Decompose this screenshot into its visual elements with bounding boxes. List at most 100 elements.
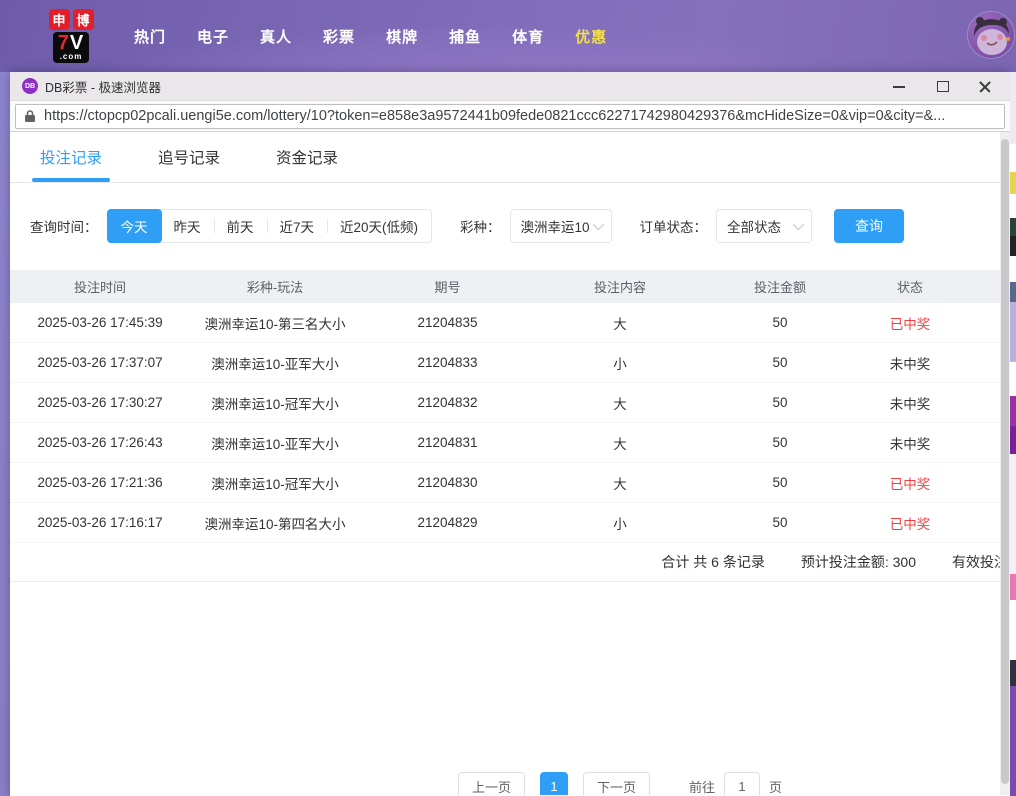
order-status-select[interactable]: 全部状态 xyxy=(716,209,812,243)
table-row[interactable]: 2025-03-26 17:21:36澳洲幸运10-冠军大小21204830大5… xyxy=(10,463,1010,503)
browser-url-bar: https://ctopcp02pcali.uengi5e.com/lotter… xyxy=(10,101,1010,132)
logo-badge-bo: 博 xyxy=(73,9,94,30)
cell-issue: 21204830 xyxy=(370,475,525,490)
bet-records-table: 投注时间彩种-玩法期号投注内容投注金额状态 2025-03-26 17:45:3… xyxy=(10,270,1010,543)
cell-status: 已中奖 xyxy=(845,313,975,333)
logo-badges: 申 博 xyxy=(49,9,94,30)
column-header-5: 状态 xyxy=(845,277,975,296)
chevron-down-icon xyxy=(592,219,603,230)
summary-total: 合计 共 6 条记录 xyxy=(661,552,764,572)
cell-issue: 21204829 xyxy=(370,515,525,530)
lock-icon xyxy=(24,109,36,123)
tab-chase-records[interactable]: 追号记录 xyxy=(158,132,220,182)
user-avatar[interactable] xyxy=(968,12,1014,58)
maximize-icon[interactable] xyxy=(935,79,949,93)
close-icon[interactable] xyxy=(978,79,992,93)
cell-game: 澳洲幸运10-第三名大小 xyxy=(180,313,370,333)
table-row[interactable]: 2025-03-26 17:45:39澳洲幸运10-第三名大小21204835大… xyxy=(10,303,1010,343)
cell-issue: 21204835 xyxy=(370,315,525,330)
cell-amount: 50 xyxy=(715,435,845,450)
cell-amount: 50 xyxy=(715,395,845,410)
lottery-filter-label: 彩种： xyxy=(460,216,501,236)
cell-time: 2025-03-26 17:30:27 xyxy=(20,395,180,410)
column-header-3: 投注内容 xyxy=(525,277,715,296)
browser-window: DB DB彩票 - 极速浏览器 https://ctopcp02pcali.ue… xyxy=(10,72,1010,796)
tab-fund-records[interactable]: 资金记录 xyxy=(276,132,338,182)
cell-issue: 21204832 xyxy=(370,395,525,410)
goto-unit-label: 页 xyxy=(769,777,782,796)
cell-game: 澳洲幸运10-冠军大小 xyxy=(180,393,370,413)
cell-content: 小 xyxy=(525,353,715,373)
goto-page-input[interactable] xyxy=(724,772,760,795)
browser-favicon: DB xyxy=(22,78,38,94)
pagination: 上一页 1 下一页 前往 页 xyxy=(458,772,782,795)
lottery-select[interactable]: 澳洲幸运10 xyxy=(510,209,612,243)
nav-item-live[interactable]: 真人 xyxy=(258,20,294,53)
time-option-3[interactable]: 近7天 xyxy=(267,210,328,242)
nav-item-fishing[interactable]: 捕鱼 xyxy=(447,20,483,53)
nav-item-lottery[interactable]: 彩票 xyxy=(321,20,357,53)
nav-item-slots[interactable]: 电子 xyxy=(195,20,231,53)
table-row[interactable]: 2025-03-26 17:26:43澳洲幸运10-亚军大小21204831大5… xyxy=(10,423,1010,463)
cell-issue: 21204833 xyxy=(370,355,525,370)
cell-time: 2025-03-26 17:16:17 xyxy=(20,515,180,530)
cell-amount: 50 xyxy=(715,315,845,330)
tab-bet-records[interactable]: 投注记录 xyxy=(40,132,102,182)
cell-amount: 50 xyxy=(715,355,845,370)
main-nav: 热门电子真人彩票棋牌捕鱼体育优惠 xyxy=(132,20,609,53)
table-header: 投注时间彩种-玩法期号投注内容投注金额状态 xyxy=(10,270,1010,303)
cell-time: 2025-03-26 17:21:36 xyxy=(20,475,180,490)
cell-status: 未中奖 xyxy=(845,353,975,373)
site-logo[interactable]: 申 博 7V .com xyxy=(35,9,107,63)
cell-amount: 50 xyxy=(715,515,845,530)
address-field[interactable]: https://ctopcp02pcali.uengi5e.com/lotter… xyxy=(15,104,1005,129)
time-filter-label: 查询时间： xyxy=(30,216,98,236)
url-text: https://ctopcp02pcali.uengi5e.com/lotter… xyxy=(44,108,945,124)
cell-content: 大 xyxy=(525,473,715,493)
cell-game: 澳洲幸运10-冠军大小 xyxy=(180,473,370,493)
cell-time: 2025-03-26 17:26:43 xyxy=(20,435,180,450)
summary-row: 合计 共 6 条记录 预计投注金额: 300 有效投注金额 xyxy=(10,543,1010,582)
order-status-value: 全部状态 xyxy=(727,216,781,236)
cell-game: 澳洲幸运10-第四名大小 xyxy=(180,513,370,533)
scrollbar-thumb[interactable] xyxy=(1001,139,1009,784)
cell-status: 已中奖 xyxy=(845,473,975,493)
table-row[interactable]: 2025-03-26 17:16:17澳洲幸运10-第四名大小21204829小… xyxy=(10,503,1010,543)
time-option-2[interactable]: 前天 xyxy=(214,210,267,242)
cell-amount: 50 xyxy=(715,475,845,490)
logo-badge-shen: 申 xyxy=(49,9,70,30)
table-body: 2025-03-26 17:45:39澳洲幸运10-第三名大小21204835大… xyxy=(10,303,1010,543)
table-row[interactable]: 2025-03-26 17:30:27澳洲幸运10-冠军大小21204832大5… xyxy=(10,383,1010,423)
cell-content: 大 xyxy=(525,313,715,333)
logo-seven: 7 xyxy=(58,32,70,54)
goto-label: 前往 xyxy=(689,777,715,796)
nav-item-promo[interactable]: 优惠 xyxy=(573,20,609,53)
cell-game: 澳洲幸运10-亚军大小 xyxy=(180,433,370,453)
minimize-icon[interactable] xyxy=(892,79,906,93)
column-header-2: 期号 xyxy=(370,277,525,296)
window-title: DB彩票 - 极速浏览器 xyxy=(45,77,161,96)
current-page-button[interactable]: 1 xyxy=(540,772,568,795)
logo-vee: V xyxy=(70,32,84,54)
time-option-4[interactable]: 近20天(低频) xyxy=(327,210,431,242)
time-option-0[interactable]: 今天 xyxy=(107,209,162,243)
table-row[interactable]: 2025-03-26 17:37:07澳洲幸运10-亚军大小21204833小5… xyxy=(10,343,1010,383)
background-page-edge xyxy=(1010,72,1016,796)
time-filter-group: 今天昨天前天近7天近20天(低频) xyxy=(107,209,433,243)
browser-scrollbar[interactable] xyxy=(1000,132,1010,795)
column-header-0: 投注时间 xyxy=(20,277,180,296)
prev-page-button[interactable]: 上一页 xyxy=(458,772,525,795)
cell-status: 未中奖 xyxy=(845,393,975,413)
search-button[interactable]: 查询 xyxy=(834,209,904,243)
cell-status: 已中奖 xyxy=(845,513,975,533)
cell-content: 大 xyxy=(525,433,715,453)
nav-item-cards[interactable]: 棋牌 xyxy=(384,20,420,53)
logo-main: 7V .com xyxy=(53,32,89,63)
site-top-bar: 申 博 7V .com 热门电子真人彩票棋牌捕鱼体育优惠 xyxy=(0,0,1016,72)
nav-item-hot[interactable]: 热门 xyxy=(132,20,168,53)
nav-item-sports[interactable]: 体育 xyxy=(510,20,546,53)
summary-expected-amount: 预计投注金额: 300 xyxy=(801,552,916,572)
window-title-bar[interactable]: DB DB彩票 - 极速浏览器 xyxy=(10,72,1010,101)
time-option-1[interactable]: 昨天 xyxy=(161,210,214,242)
next-page-button[interactable]: 下一页 xyxy=(583,772,650,795)
